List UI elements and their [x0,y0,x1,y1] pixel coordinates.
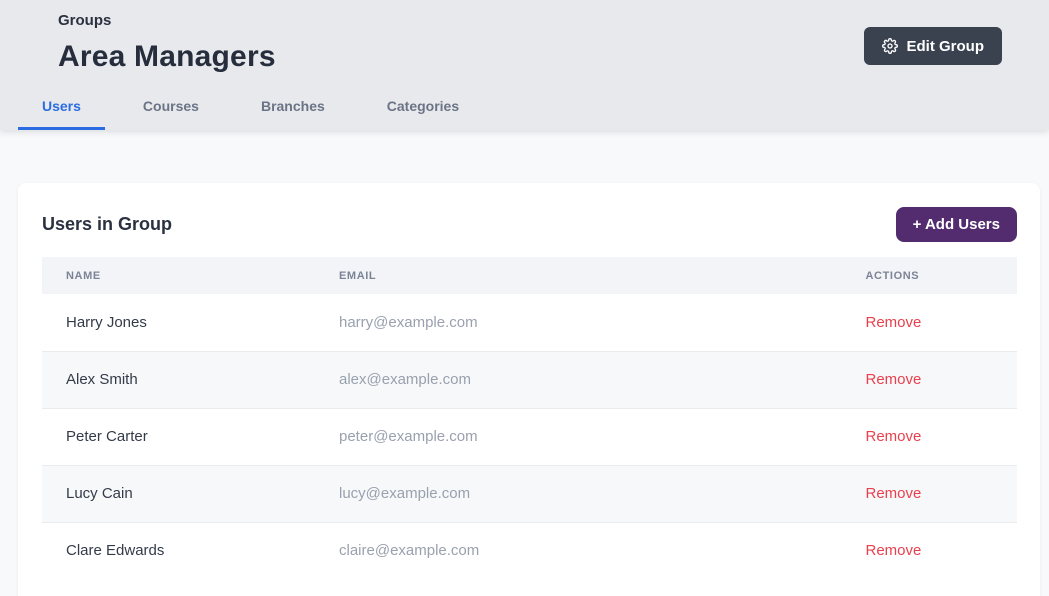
user-name: Clare Edwards [42,522,315,579]
edit-group-button[interactable]: Edit Group [864,27,1003,65]
tab-courses[interactable]: Courses [119,84,223,130]
column-header-email: EMAIL [315,257,842,294]
user-name: Lucy Cain [42,465,315,522]
remove-link[interactable]: Remove [866,428,922,445]
gear-icon [882,38,898,54]
remove-link[interactable]: Remove [866,371,922,388]
user-email: claire@example.com [315,522,842,579]
table-row: Peter Carter peter@example.com Remove [42,408,1017,465]
user-email: lucy@example.com [315,465,842,522]
column-header-actions: ACTIONS [842,257,1018,294]
tab-categories[interactable]: Categories [363,84,483,130]
remove-link[interactable]: Remove [866,485,922,502]
tab-users[interactable]: Users [18,84,105,130]
user-email: harry@example.com [315,294,842,351]
column-header-name: NAME [42,257,315,294]
table-row: Lucy Cain lucy@example.com Remove [42,465,1017,522]
page-title: Area Managers [58,40,276,74]
user-name: Peter Carter [42,408,315,465]
remove-link[interactable]: Remove [866,314,922,331]
card-title: Users in Group [42,214,172,235]
users-in-group-card: Users in Group + Add Users NAME EMAIL AC… [18,183,1040,596]
user-name: Harry Jones [42,294,315,351]
header-text-block: Groups Area Managers [58,12,276,74]
card-header: Users in Group + Add Users [42,207,1017,242]
users-table: NAME EMAIL ACTIONS Harry Jones harry@exa… [42,257,1017,579]
tab-branches[interactable]: Branches [237,84,349,130]
user-email: peter@example.com [315,408,842,465]
table-row: Alex Smith alex@example.com Remove [42,351,1017,408]
table-header-row: NAME EMAIL ACTIONS [42,257,1017,294]
table-row: Clare Edwards claire@example.com Remove [42,522,1017,579]
breadcrumb[interactable]: Groups [58,12,276,29]
tab-bar: Users Courses Branches Categories [0,84,1049,130]
remove-link[interactable]: Remove [866,542,922,559]
header-top: Groups Area Managers Edit Group [0,0,1049,74]
user-name: Alex Smith [42,351,315,408]
page-header: Groups Area Managers Edit Group Users Co… [0,0,1049,130]
content-area: Users in Group + Add Users NAME EMAIL AC… [0,130,1049,596]
edit-group-label: Edit Group [907,38,985,55]
table-row: Harry Jones harry@example.com Remove [42,294,1017,351]
user-email: alex@example.com [315,351,842,408]
add-users-button[interactable]: + Add Users [896,207,1017,242]
